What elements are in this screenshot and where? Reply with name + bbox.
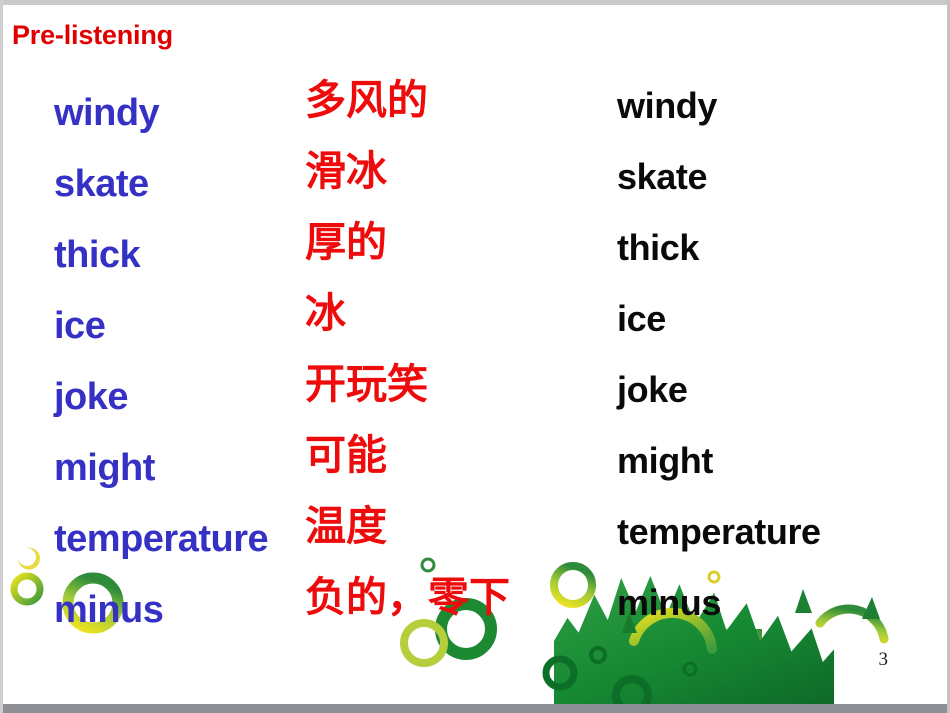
vocab-row-chinese: 温度 — [305, 501, 387, 550]
slide-title: Pre-listening — [12, 20, 173, 50]
vocab-row: minus — [617, 581, 722, 623]
vocab-row: skate — [617, 155, 708, 197]
vocab-row: might — [54, 447, 155, 489]
english-column-right: windy skate thick ice joke might tempera… — [617, 70, 947, 638]
vocab-row: windy — [617, 84, 718, 126]
vocab-row: thick — [617, 226, 700, 268]
vocab-row-chinese: 可能 — [305, 430, 387, 479]
vocab-row-chinese: 负的，零下 — [305, 572, 510, 621]
vocab-row: temperature — [617, 510, 821, 552]
vocab-row: might — [617, 439, 713, 481]
vocab-row: windy — [54, 92, 160, 134]
vocab-row: skate — [54, 163, 149, 205]
vocab-row: temperature — [54, 518, 269, 560]
vocab-row-chinese: 开玩笑 — [305, 359, 428, 408]
vocab-row-chinese: 冰 — [305, 288, 346, 337]
slide-left-border — [0, 0, 3, 713]
vocab-row: thick — [54, 234, 141, 276]
vocab-row: ice — [54, 305, 106, 347]
english-column-left: windy skate thick ice joke might tempera… — [54, 78, 304, 646]
slide-bottom-border — [0, 704, 950, 713]
vocab-row: minus — [54, 589, 164, 631]
vocab-row-chinese: 厚的 — [305, 217, 387, 266]
slide-top-border — [0, 0, 950, 5]
vocab-row: ice — [617, 297, 666, 339]
vocab-row-chinese: 多风的 — [305, 75, 428, 124]
chinese-column: 多风的 滑冰 厚的 冰 开玩笑 可能 温度 负的，零下 — [305, 60, 605, 628]
vocab-row: joke — [54, 376, 129, 418]
vocab-row: joke — [617, 368, 688, 410]
slide-canvas: Pre-listening windy skate thick ice joke… — [0, 0, 950, 713]
page-number: 3 — [878, 649, 889, 670]
vocab-row-chinese: 滑冰 — [305, 146, 387, 195]
